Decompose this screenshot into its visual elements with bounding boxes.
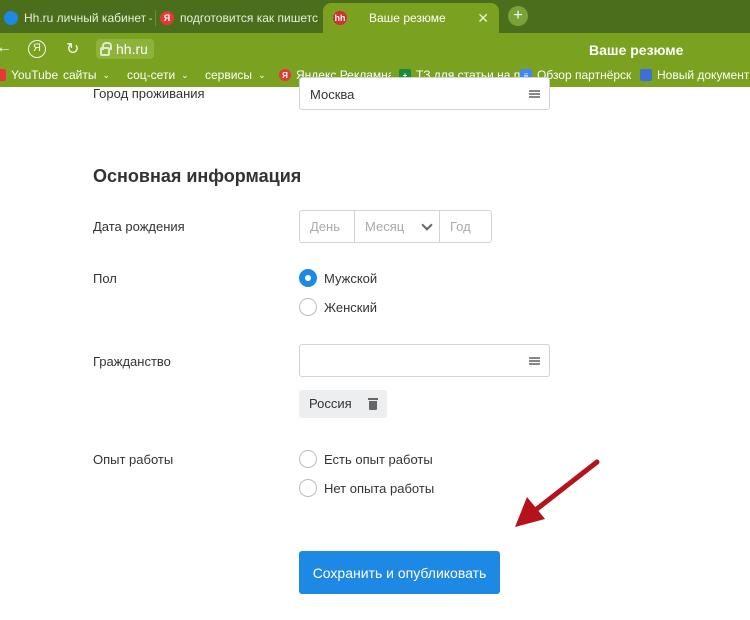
citizenship-label: Гражданство	[93, 354, 171, 369]
citizenship-select[interactable]	[299, 344, 550, 377]
bookmark-youtube[interactable]: YouTube	[0, 68, 58, 82]
browser-tab-bar: Hh.ru личный кабинет – д Я подготовится …	[0, 0, 750, 33]
menu-icon	[529, 357, 540, 365]
chevron-down-icon: ⌄	[181, 69, 189, 80]
yandex-favicon-icon: Я	[160, 11, 174, 25]
birth-year-input[interactable]: Год	[439, 211, 491, 242]
url-text: hh.ru	[116, 41, 148, 57]
yandex-favicon-icon: Я	[279, 69, 291, 81]
city-label: Город проживания	[93, 86, 205, 101]
save-and-publish-button[interactable]: Сохранить и опубликовать	[299, 551, 500, 594]
tab-yandex-search[interactable]: Я подготовится как пишетс	[160, 3, 320, 33]
city-select[interactable]: Москва	[299, 77, 550, 110]
cube-icon	[640, 69, 652, 81]
section-title: Основная информация	[93, 166, 302, 186]
experience-no-radio[interactable]: Нет опыта работы	[299, 479, 434, 497]
new-tab-button[interactable]: +	[508, 6, 528, 26]
experience-yes-radio[interactable]: Есть опыт работы	[299, 450, 433, 468]
hh-favicon-icon: hh	[333, 11, 347, 25]
citizenship-chip: Россия	[299, 390, 387, 418]
city-value: Москва	[310, 87, 355, 102]
tab-label: подготовится как пишетс	[180, 11, 318, 25]
annotation-arrow-icon	[515, 459, 600, 527]
tab-label: Ваше резюме	[369, 11, 446, 25]
birth-month-select[interactable]: Месяц	[354, 211, 439, 242]
radio-unchecked-icon	[299, 450, 317, 468]
gender-male-radio[interactable]: Мужской	[299, 269, 377, 287]
close-tab-icon[interactable]: ✕	[477, 10, 489, 27]
chevron-down-icon: ⌄	[102, 69, 111, 80]
back-arrow-icon[interactable]: ←	[0, 39, 12, 57]
birth-day-input[interactable]: День	[300, 211, 354, 242]
bookmark-folder-services[interactable]: сервисы ⌄	[205, 68, 266, 82]
radio-checked-icon	[299, 269, 317, 287]
radio-unchecked-icon	[299, 479, 317, 497]
menu-icon	[529, 90, 540, 98]
bookmark-folder-social[interactable]: соц-сети ⌄	[127, 68, 189, 82]
birth-date-label: Дата рождения	[93, 219, 185, 234]
lock-icon	[100, 41, 112, 56]
trash-icon[interactable]	[368, 398, 378, 410]
tab-resume[interactable]: hh Ваше резюме ✕	[323, 3, 499, 33]
page-title: Ваше резюме	[589, 42, 684, 58]
birth-date-group: День Месяц Год	[299, 210, 492, 243]
tab-separator	[155, 10, 156, 26]
youtube-icon	[0, 69, 6, 81]
gender-female-radio[interactable]: Женский	[299, 298, 377, 316]
bookmark-new-document[interactable]: Новый документ	[640, 68, 750, 82]
experience-label: Опыт работы	[93, 452, 174, 467]
tab-hh-cabinet[interactable]: Hh.ru личный кабинет – д	[0, 3, 152, 33]
chevron-down-icon	[421, 219, 433, 231]
gender-label: Пол	[93, 271, 117, 286]
chevron-down-icon: ⌄	[258, 69, 266, 80]
url-field[interactable]: hh.ru	[96, 39, 154, 59]
reload-icon[interactable]: ↻	[66, 39, 79, 59]
radio-unchecked-icon	[299, 298, 317, 316]
hh-favicon-icon	[4, 11, 18, 25]
address-bar: ← Я ↻ hh.ru Ваше резюме	[0, 33, 750, 65]
tab-label: Hh.ru личный кабинет – д	[24, 11, 152, 25]
bookmark-folder-sites[interactable]: сайты ⌄	[63, 68, 110, 82]
yandex-logo-icon[interactable]: Я	[28, 40, 46, 58]
